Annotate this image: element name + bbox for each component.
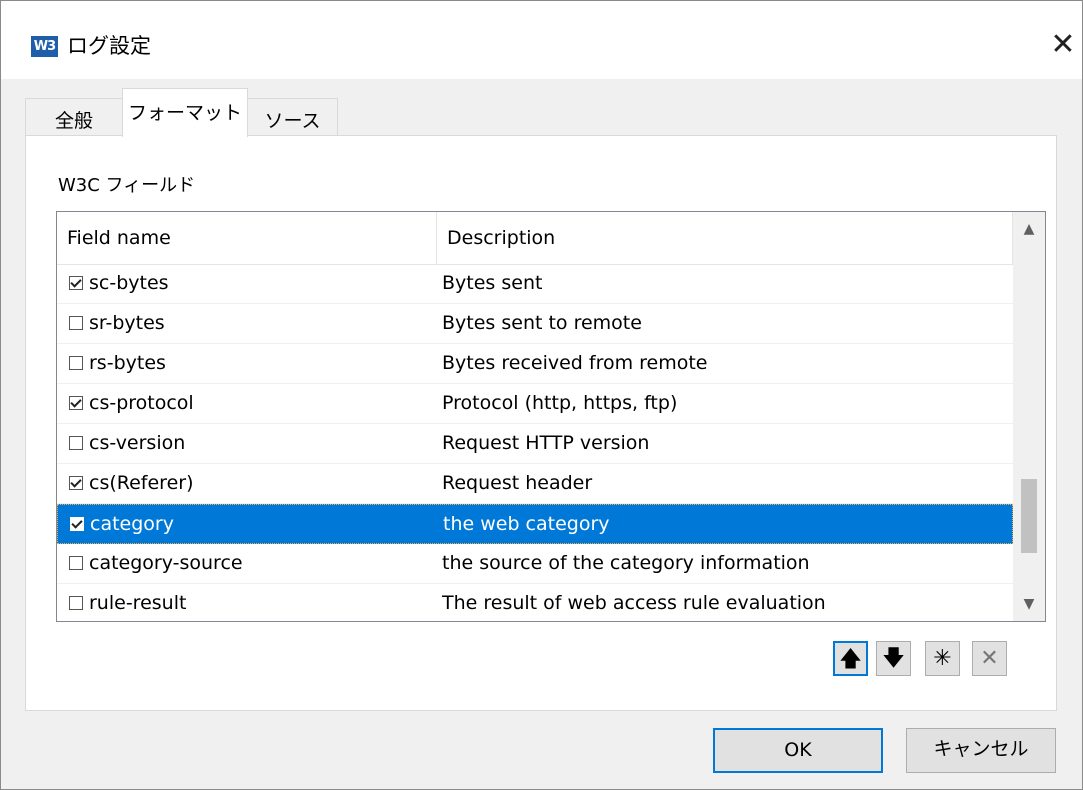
row-description: Bytes received from remote — [442, 352, 708, 374]
row-description: Bytes sent — [442, 272, 543, 294]
row-description: Request HTTP version — [442, 432, 650, 454]
vertical-scrollbar[interactable]: ▲ ▼ — [1013, 212, 1045, 621]
list-row[interactable]: category the web category — [57, 504, 1013, 544]
row-field-name: category — [90, 513, 174, 535]
row-checkbox[interactable] — [69, 596, 83, 610]
list-row[interactable]: rs-bytes Bytes received from remote — [57, 344, 1013, 384]
title-bar: W3 ログ設定 ✕ — [1, 1, 1082, 79]
row-checkbox[interactable] — [69, 396, 83, 410]
row-field-name: category-source — [89, 552, 243, 574]
list-rows: sc-bytes Bytes sent sr-bytes Bytes sent to … — [57, 264, 1013, 621]
list-row[interactable]: sr-bytes Bytes sent to remote — [57, 304, 1013, 344]
row-checkbox[interactable] — [69, 276, 83, 290]
row-checkbox[interactable] — [69, 356, 83, 370]
scroll-down-arrow-icon[interactable]: ▼ — [1013, 587, 1045, 621]
list-header: Field name Description — [57, 212, 1013, 265]
row-description: The result of web access rule evaluation — [442, 592, 826, 614]
move-up-button[interactable]: 🡅 — [833, 641, 868, 676]
row-description: the source of the category information — [442, 552, 810, 574]
scroll-up-arrow-icon[interactable]: ▲ — [1013, 212, 1045, 246]
cancel-button[interactable]: キャンセル — [906, 728, 1056, 773]
scrollbar-thumb[interactable] — [1021, 479, 1037, 553]
row-field-name: cs-version — [89, 432, 186, 454]
tab-general[interactable]: 全般 — [25, 98, 123, 135]
row-field-name: cs-protocol — [89, 392, 194, 414]
row-field-name: rs-bytes — [89, 352, 166, 374]
app-icon: W3 — [31, 36, 58, 57]
row-field-name: sr-bytes — [89, 312, 165, 334]
close-button[interactable]: ✕ — [1045, 27, 1081, 63]
row-checkbox[interactable] — [69, 436, 83, 450]
tab-source[interactable]: ソース — [247, 98, 338, 135]
list-row[interactable]: cs-version Request HTTP version — [57, 424, 1013, 464]
ok-button[interactable]: OK — [713, 728, 883, 773]
new-field-button[interactable]: ✳ — [925, 641, 960, 676]
row-description: Bytes sent to remote — [442, 312, 642, 334]
w3c-fields-label: W3C フィールド — [58, 175, 196, 196]
dialog-title: ログ設定 — [67, 34, 151, 58]
row-field-name: rule-result — [89, 592, 187, 614]
row-description: Protocol (http, https, ftp) — [442, 392, 678, 414]
row-field-name: sc-bytes — [89, 272, 169, 294]
list-row[interactable]: cs(Referer) Request header — [57, 464, 1013, 504]
column-header-field-name[interactable]: Field name — [57, 212, 437, 264]
column-header-description[interactable]: Description — [437, 212, 1013, 264]
row-description: Request header — [442, 472, 593, 494]
list-row[interactable]: rule-result The result of web access rule… — [57, 584, 1013, 621]
row-checkbox[interactable] — [69, 476, 83, 490]
delete-field-button[interactable]: ✕ — [972, 641, 1007, 676]
row-description: the web category — [443, 513, 610, 535]
row-field-name: cs(Referer) — [89, 472, 194, 494]
move-down-button[interactable]: 🡇 — [876, 641, 911, 676]
list-row[interactable]: sc-bytes Bytes sent — [57, 264, 1013, 304]
list-row[interactable]: category-source the source of the categor… — [57, 544, 1013, 584]
row-checkbox[interactable] — [69, 556, 83, 570]
row-checkbox[interactable] — [69, 316, 83, 330]
row-checkbox[interactable] — [70, 517, 84, 531]
w3c-fields-list[interactable]: Field name Description sc-bytes Bytes sen… — [56, 211, 1046, 622]
tab-format[interactable]: フォーマット — [122, 88, 248, 137]
list-row[interactable]: cs-protocol Protocol (http, https, ftp) — [57, 384, 1013, 424]
